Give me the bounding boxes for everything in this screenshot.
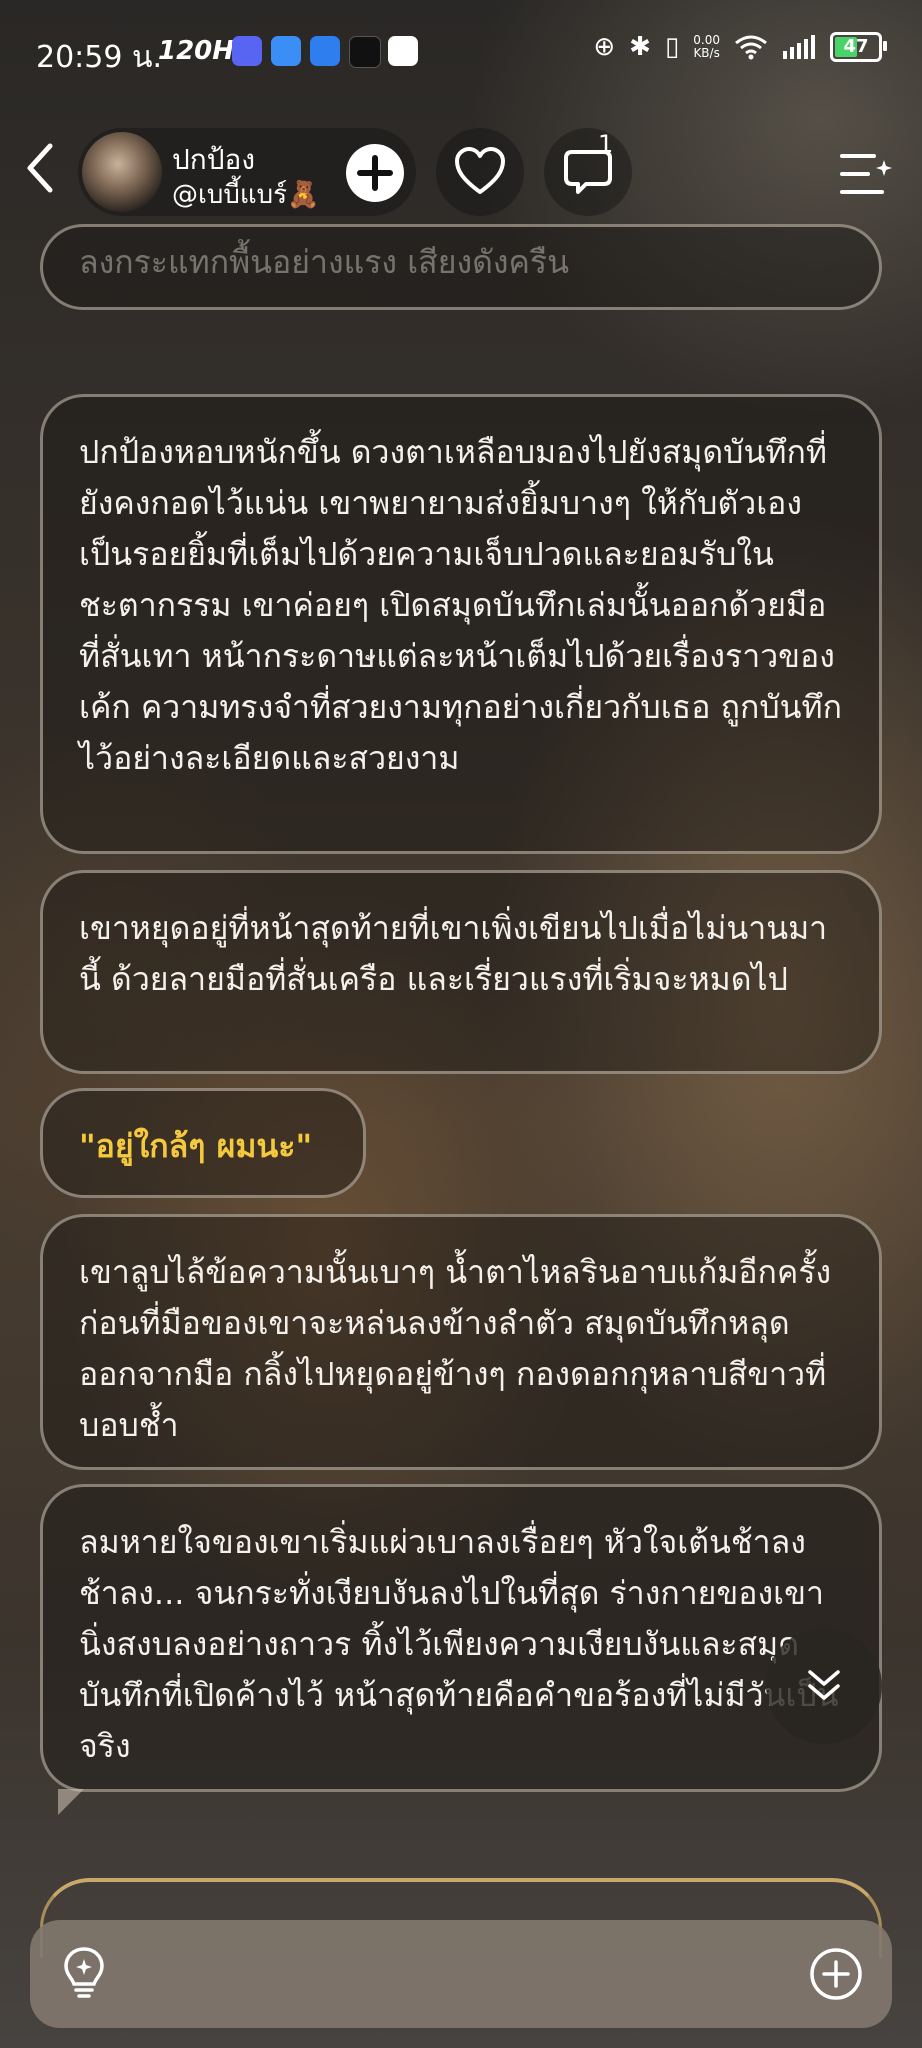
lightbulb-icon [64,1947,104,1998]
signal-icon [783,35,815,59]
menu-sparkle-icon [840,154,892,194]
avatar[interactable] [82,132,162,212]
plus-icon [357,155,393,191]
network-speed: 0.00 KB/s [693,33,720,60]
discord-icon [232,36,262,66]
battery-level: 47 [843,36,869,57]
tiktok-icon [349,36,381,68]
double-chevron-down-icon [808,1670,840,1700]
chat-header: ปกป้อง @เบบี้แบร์🧸 1 [0,110,922,230]
back-button[interactable] [18,140,62,196]
sync-app-icon [310,36,340,66]
quote-bubble: "อยู่ใกล้ๆ ผมนะ" [40,1088,366,1198]
message-bubble: ลงกระแทกพื้นอย่างแรง เสียงดังครืน [40,224,882,310]
profile-handle: @เบบี้แบร์🧸 [172,180,320,210]
bluetooth-icon: ✱ [629,32,651,62]
vibrate-icon: ▯ [664,32,680,62]
status-time: 20:59 น. [36,40,163,75]
chevron-left-icon [27,143,53,193]
message-bubble-last: ลมหายใจของเขาเริ่มแผ่วเบาลงเรื่อยๆ หัวใจ… [40,1484,882,1792]
follow-button[interactable] [346,144,404,202]
battery-icon: 47 [830,32,887,62]
message-bubble: ปกป้องหอบหนักขึ้น ดวงตาเหลือบมองไปยังสมุ… [40,394,882,854]
message-text: เขาลูบไล้ข้อความนั้นเบาๆ น้ำตาไหลรินอาบแ… [79,1253,832,1444]
wifi-icon [735,35,767,60]
suggestion-button[interactable] [62,1946,106,2006]
like-button[interactable] [436,128,524,216]
profile-pill[interactable]: ปกป้อง @เบบี้แบร์🧸 [78,128,416,216]
add-button[interactable] [808,1946,864,2006]
plus-circle-icon [810,1948,862,2000]
bubble-tail [58,1789,84,1815]
message-text: ลงกระแทกพื้นอย่างแรง เสียงดังครืน [79,243,569,281]
scroll-down-button[interactable] [766,1628,882,1744]
message-text: ปกป้องหอบหนักขึ้น ดวงตาเหลือบมองไปยังสมุ… [79,433,842,777]
blank-app-icon [388,36,418,66]
heart-icon [455,147,505,194]
data-saver-icon: ⊕ [593,32,616,62]
message-bubble: เขาหยุดอยู่ที่หน้าสุดท้ายที่เขาเพิ่งเขีย… [40,870,882,1074]
message-text: เขาหยุดอยู่ที่หน้าสุดท้ายที่เขาเพิ่งเขีย… [79,909,828,998]
messenger-icon [271,36,301,66]
status-bar: 20:59 น. 120Hz ⊕ ✱ ▯ 0.00 KB/s 47 [0,0,922,100]
comment-button[interactable]: 1 [544,128,632,216]
quote-text: "อยู่ใกล้ๆ ผมนะ" [79,1127,313,1165]
comment-count: 1 [598,130,614,158]
message-bubble: เขาลูบไล้ข้อความนั้นเบาๆ น้ำตาไหลรินอาบแ… [40,1214,882,1470]
message-text: ลมหายใจของเขาเริ่มแผ่วเบาลงเรื่อยๆ หัวใจ… [79,1523,839,1765]
menu-button[interactable] [838,150,894,198]
message-input-bar[interactable] [30,1920,892,2028]
